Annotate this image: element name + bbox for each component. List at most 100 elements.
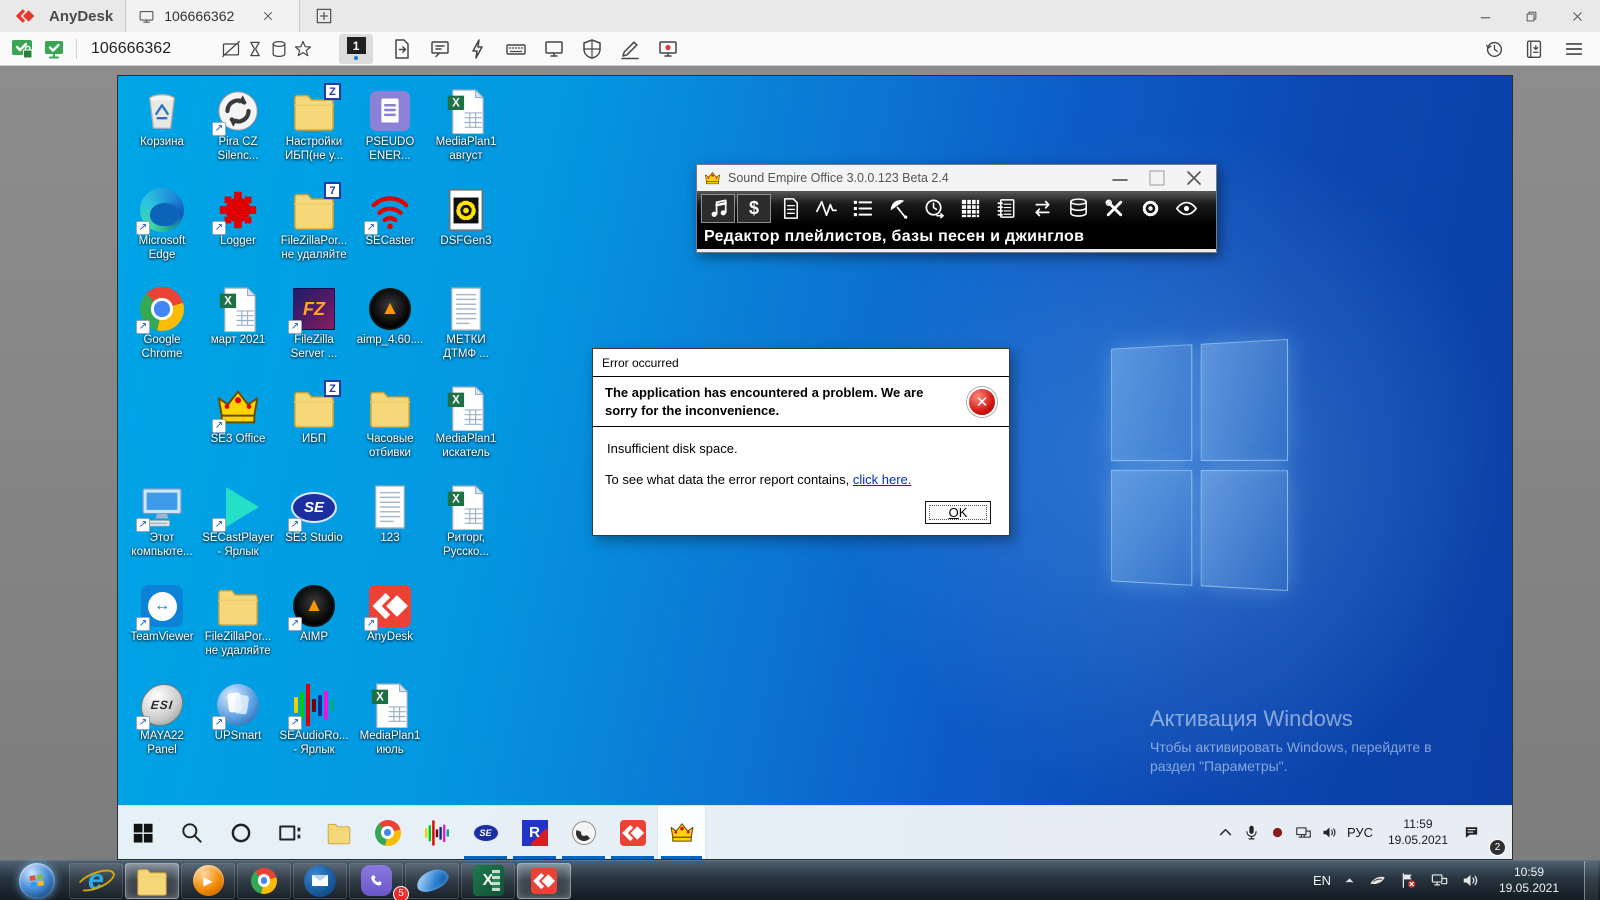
taskbar-start-icon[interactable]	[118, 806, 167, 859]
se-toolbar-music-notes-icon[interactable]	[701, 194, 735, 223]
click-here-link[interactable]: click here.	[853, 472, 912, 487]
host-taskbar-anydesk-icon[interactable]	[517, 863, 571, 899]
desktop-icon-play-cyan[interactable]: ↗SECastPlayer - Ярлык	[200, 482, 276, 581]
taskbar-search-icon[interactable]	[167, 806, 216, 859]
desktop-icon-esi[interactable]: ESI↗MAYA22 Panel	[124, 680, 200, 779]
desktop-icon-teamviewer[interactable]: ↔↗TeamViewer	[124, 581, 200, 680]
chevron-up-icon[interactable]	[1217, 824, 1234, 841]
pencil-icon[interactable]	[618, 37, 642, 61]
desktop-icon-excel-doc[interactable]: Xмарт 2021	[200, 284, 276, 383]
language-indicator[interactable]: РУС	[1347, 825, 1373, 840]
hourglass-icon[interactable]	[245, 39, 265, 59]
desktop-icon-se3-studio[interactable]: SE↗SE3 Studio	[276, 482, 352, 581]
desktop-icon-aimp[interactable]: ▲aimp_4.60....	[352, 284, 428, 383]
lightning-icon[interactable]	[466, 37, 490, 61]
host-taskbar-start-orb-icon[interactable]	[7, 863, 67, 899]
volume-icon[interactable]	[1321, 824, 1338, 841]
se-maximize-button[interactable]	[1142, 166, 1172, 190]
desktop-icon-excel-doc[interactable]: XMediaPlan1 искатель	[428, 383, 504, 482]
notification-center-icon[interactable]	[1463, 824, 1480, 841]
desktop-icon-gear-doc[interactable]: DSFGen3	[428, 185, 504, 284]
se-toolbar-waveform-icon[interactable]	[809, 194, 843, 223]
tab-close-icon[interactable]	[261, 9, 275, 23]
taskbar-o-circle-icon[interactable]	[559, 806, 608, 859]
show-desktop-button[interactable]	[1584, 861, 1598, 900]
sound-empire-window[interactable]: Sound Empire Office 3.0.0.123 Beta 2.4 $…	[696, 164, 1217, 253]
desktop-icon-purple-doc[interactable]: PSEUDO ENER...	[352, 86, 428, 185]
shield-icon[interactable]	[580, 37, 604, 61]
host-taskbar-blue-lens-icon[interactable]	[405, 863, 459, 899]
host-volume-icon[interactable]	[1461, 871, 1480, 890]
new-session-tab-button[interactable]	[314, 6, 334, 26]
keyboard-icon[interactable]	[504, 37, 528, 61]
taskbar-r-app-icon[interactable]: R	[510, 806, 559, 859]
se-toolbar-swap-arrows-icon[interactable]	[1025, 194, 1059, 223]
desktop-icon-sync-arrows[interactable]: ↗Pira CZ Silenc...	[200, 86, 276, 185]
desktop-icon-edge[interactable]: ↗Microsoft Edge	[124, 185, 200, 284]
se-toolbar-dollar-icon[interactable]: $	[737, 194, 771, 223]
remote-desktop[interactable]: Корзина↗Pira CZ Silenc...ZНастройки ИБП(…	[117, 75, 1513, 860]
session-tab[interactable]: 106666362	[125, 0, 300, 32]
host-taskbar-thunderbird-icon[interactable]	[293, 863, 347, 899]
action-center-flag-icon[interactable]	[1399, 871, 1418, 890]
chat-icon[interactable]	[428, 37, 452, 61]
desktop-icon-this-pc[interactable]: ↗Этот компьюте...	[124, 482, 200, 581]
host-taskbar-excel-icon[interactable]: X	[461, 863, 515, 899]
host-language-indicator[interactable]: EN	[1313, 873, 1331, 888]
desktop-icon-crown[interactable]: ↗SE3 Office	[200, 383, 276, 482]
host-taskbar-internet-explorer-icon[interactable]: e	[69, 863, 123, 899]
host-clock[interactable]: 10:59 19.05.2021	[1492, 865, 1566, 896]
desktop-icon-excel-doc[interactable]: XРиторг, Русско...	[428, 482, 504, 581]
restore-button[interactable]	[1508, 0, 1554, 32]
desktop-icon-text-doc[interactable]: МЕТКИ ДТМФ ...	[428, 284, 504, 383]
menu-icon[interactable]	[1563, 38, 1585, 60]
desktop-icon-upsmart[interactable]: ↗UPSmart	[200, 680, 276, 779]
close-button[interactable]	[1554, 0, 1600, 32]
taskbar-se-studio-icon[interactable]: SE	[461, 806, 510, 859]
taskbar-cortana-icon[interactable]	[216, 806, 265, 859]
se-close-button[interactable]	[1179, 166, 1209, 190]
record-dot-icon[interactable]	[1269, 824, 1286, 841]
desktop-icon-folder[interactable]: Часовые отбивки	[352, 383, 428, 482]
desktop-icon-folder-zip[interactable]: ZНастройки ИБП(не у...	[276, 86, 352, 185]
se-toolbar-notebook-icon[interactable]	[989, 194, 1023, 223]
taskbar-anydesk-icon[interactable]	[608, 806, 657, 859]
se-toolbar-list-icon[interactable]	[845, 194, 879, 223]
minimize-button[interactable]	[1462, 0, 1508, 32]
se-toolbar-satellite-icon[interactable]	[881, 194, 915, 223]
taskbar-crown-icon[interactable]	[657, 806, 706, 859]
se-toolbar-tools-icon[interactable]	[1097, 194, 1131, 223]
desktop-icon-wifi-red[interactable]: ↗SECaster	[352, 185, 428, 284]
se-toolbar-database-icon[interactable]	[1061, 194, 1095, 223]
remote-clock[interactable]: 11:59 19.05.2021	[1382, 817, 1454, 848]
error-dialog[interactable]: Error occurred The application has encou…	[592, 348, 1010, 536]
desktop-icon-folder-zip[interactable]: ZИБП	[276, 383, 352, 482]
swoosh-tray-icon[interactable]	[1368, 871, 1387, 890]
desktop-icon-red-blob[interactable]: ↗Logger	[200, 185, 276, 284]
se-minimize-button[interactable]	[1105, 166, 1135, 190]
network-icon[interactable]	[1295, 824, 1312, 841]
host-taskbar-explorer-folder-icon[interactable]	[125, 863, 179, 899]
host-taskbar-viber-icon[interactable]: 5	[349, 863, 403, 899]
ok-button[interactable]: OK	[925, 501, 991, 524]
desktop-icon-excel-doc[interactable]: XMediaPlan1 август	[428, 86, 504, 185]
display-icon[interactable]	[542, 37, 566, 61]
host-network-icon[interactable]	[1430, 871, 1449, 890]
taskbar-chrome-icon[interactable]	[363, 806, 412, 859]
se-toolbar-gear-icon[interactable]	[1133, 194, 1167, 223]
chevron-up-icon[interactable]	[1343, 871, 1356, 890]
storage-icon[interactable]	[269, 39, 289, 59]
file-transfer-icon[interactable]	[390, 37, 414, 61]
se-toolbar-grid-icon[interactable]	[953, 194, 987, 223]
desktop-icon-anydesk-tile[interactable]: ↗AnyDesk	[352, 581, 428, 680]
taskbar-task-view-icon[interactable]	[265, 806, 314, 859]
address-book-icon[interactable]	[1523, 38, 1545, 60]
desktop-icon-folder[interactable]: FileZillaPor... не удаляйте	[200, 581, 276, 680]
host-taskbar-media-player-icon[interactable]: ▶	[181, 863, 235, 899]
host-taskbar-chrome-icon[interactable]	[237, 863, 291, 899]
screenshot-off-icon[interactable]	[221, 39, 241, 59]
desktop-icon-equalizer[interactable]: ↗SEAudioRo... - Ярлык	[276, 680, 352, 779]
desktop-icon-filezilla[interactable]: FZ↗FileZilla Server ...	[276, 284, 352, 383]
monitor-1-button[interactable]: 1	[339, 34, 373, 64]
desktop-icon-chrome[interactable]: ↗Google Chrome	[124, 284, 200, 383]
